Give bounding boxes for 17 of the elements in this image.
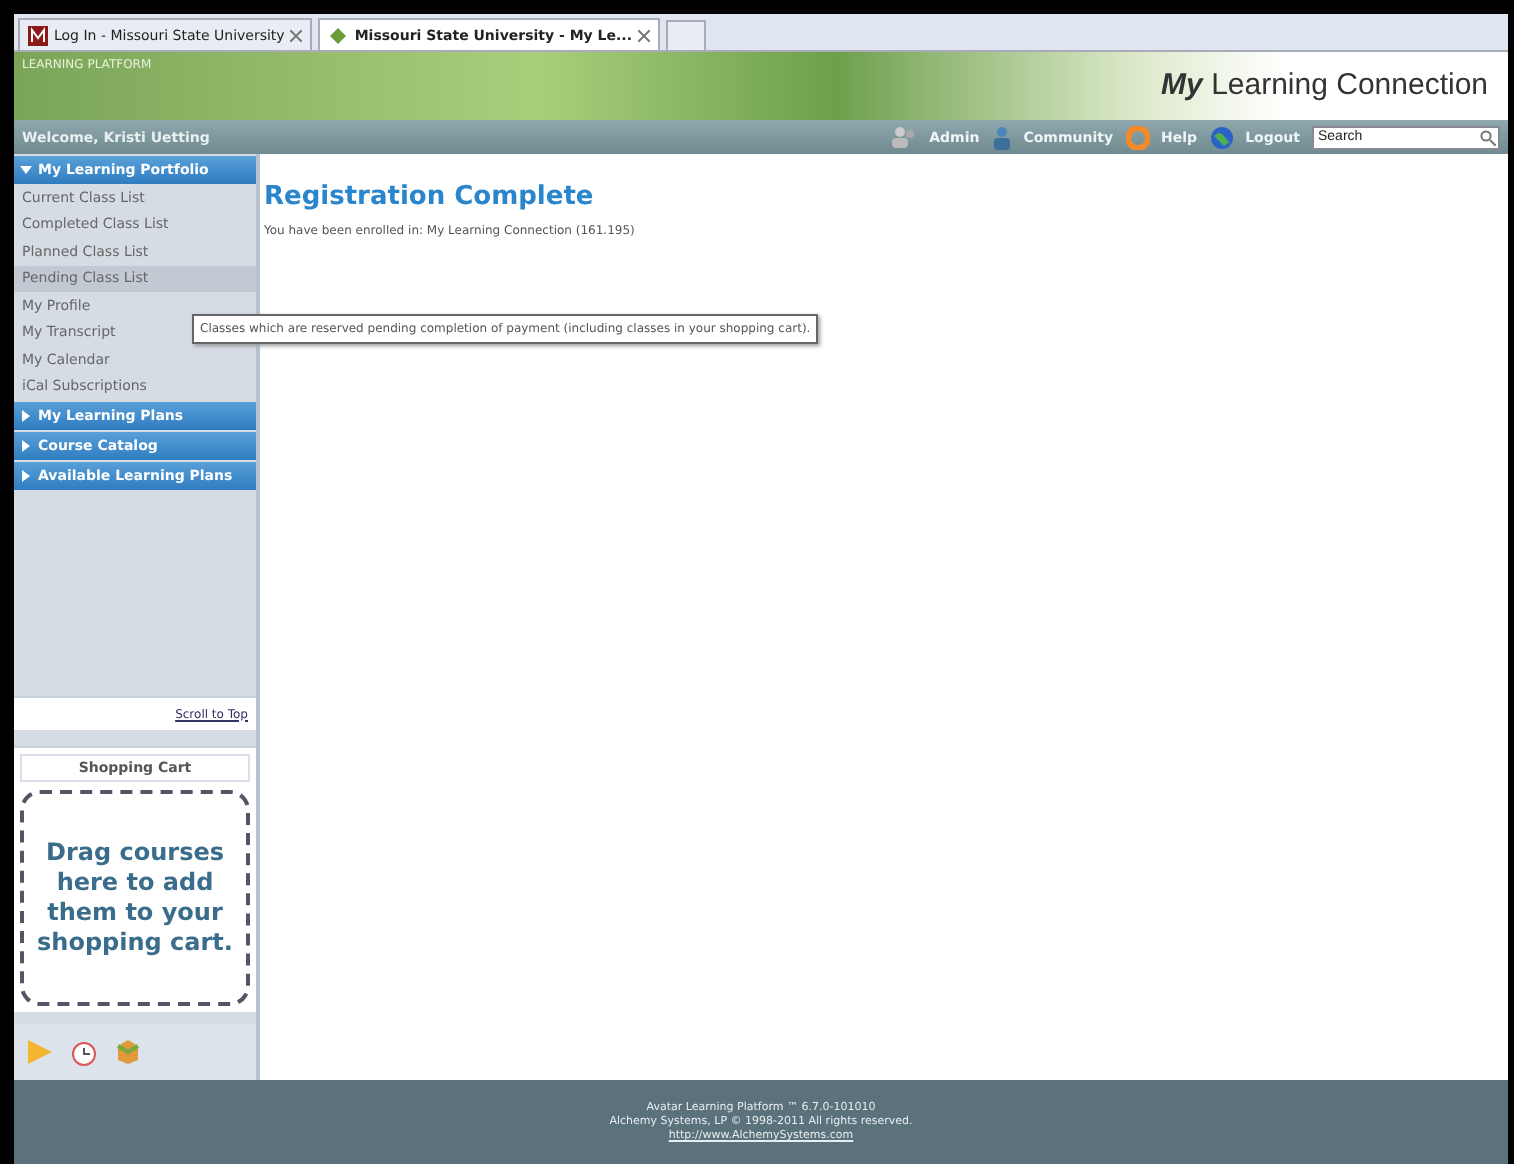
box-icon[interactable] [114,1038,142,1066]
caret-right-icon [20,410,32,422]
search-icon[interactable] [1480,129,1496,145]
close-icon[interactable] [290,29,303,41]
caret-right-icon [20,470,32,482]
caret-down-icon [20,164,32,176]
people-icon [889,125,918,149]
logo-icon [28,25,48,45]
close-icon[interactable] [638,29,650,41]
site-title: My Learning Connection [1161,66,1490,102]
page-heading: Registration Complete [264,182,596,212]
new-tab-button[interactable] [666,20,706,50]
globe-icon [1209,125,1234,149]
lifebuoy-icon [1125,125,1150,149]
caret-right-icon [20,440,32,452]
cart-drop-zone[interactable]: Drag courses here to add them to your shopping cart. [20,790,250,1006]
person-icon [991,125,1012,149]
